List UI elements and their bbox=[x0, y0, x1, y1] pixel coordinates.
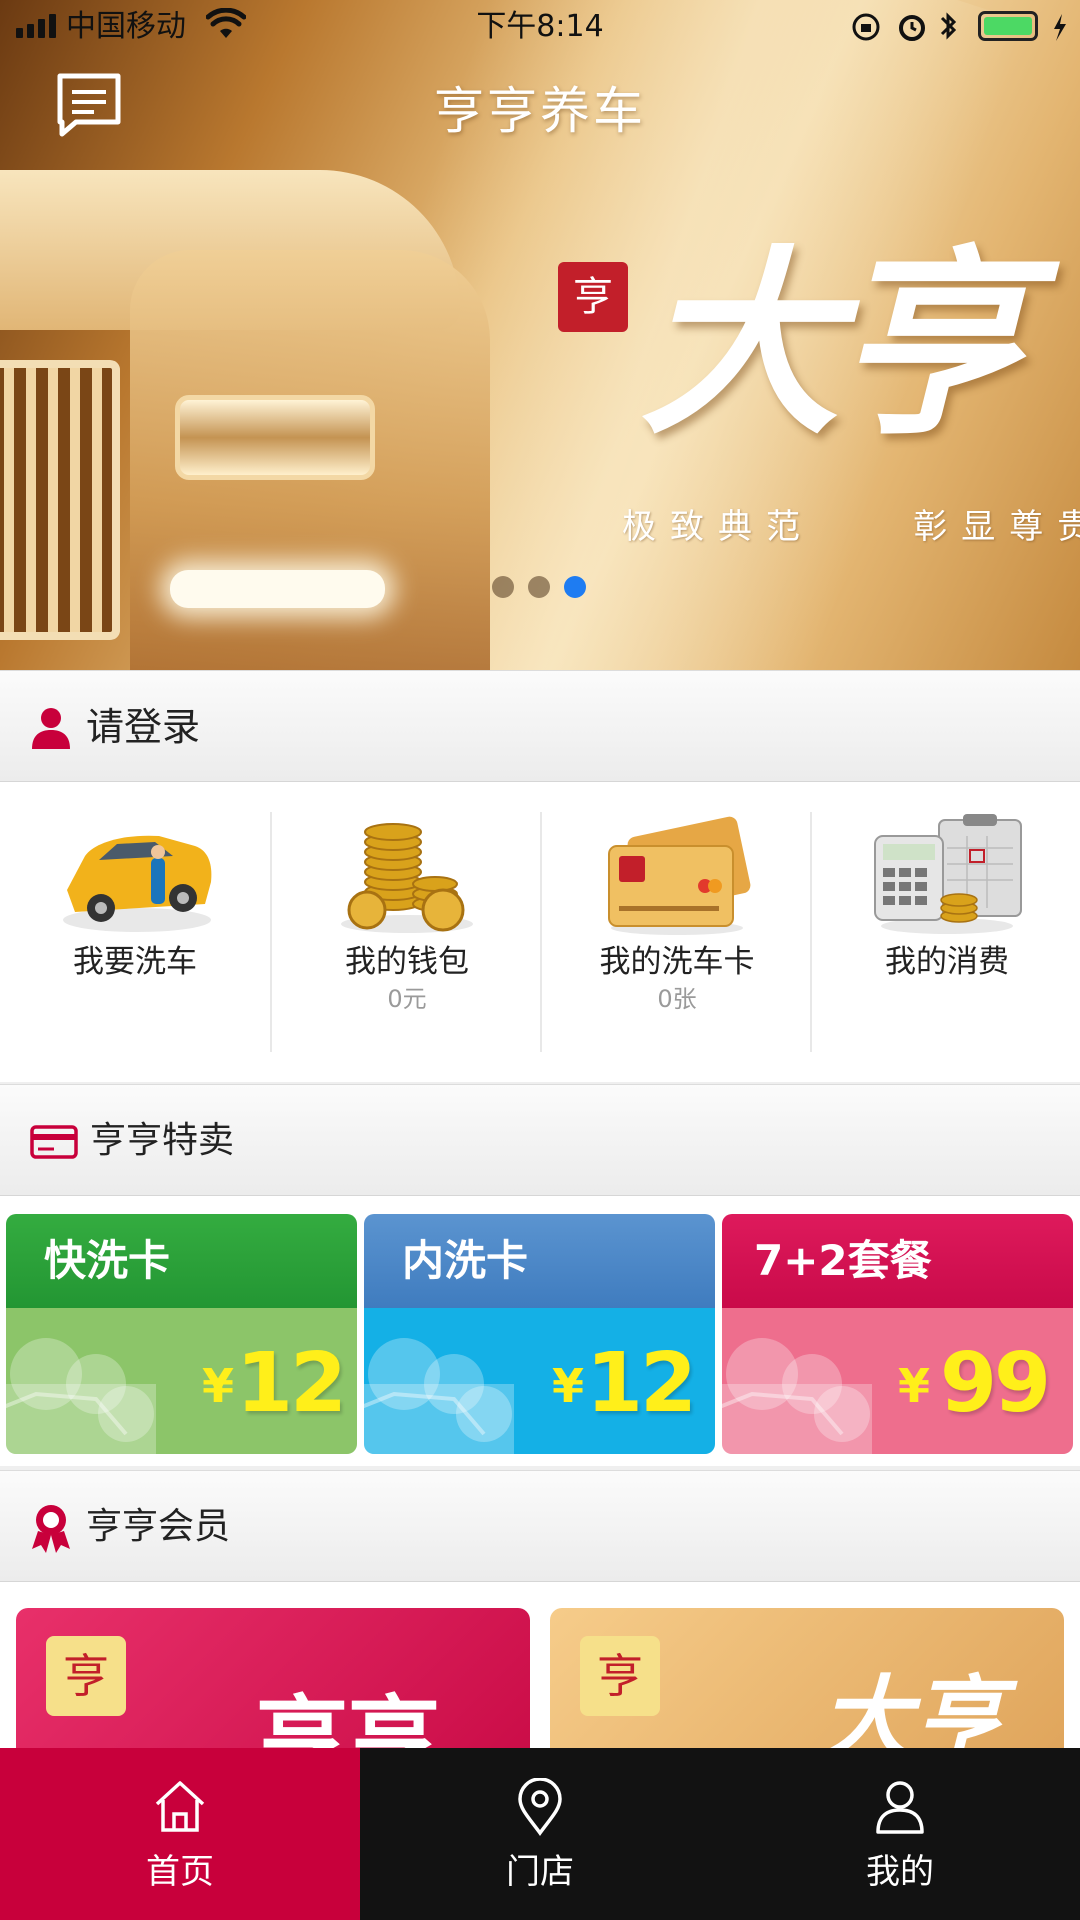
wash-card-action[interactable]: 我的洗车卡 0张 bbox=[540, 812, 810, 1052]
banner-logo: 亨 bbox=[558, 262, 628, 332]
promo-price: 12 bbox=[586, 1336, 697, 1431]
member-card-text: 亨亨 bbox=[256, 1685, 441, 1750]
special-offers-header: 亨亨特卖 bbox=[0, 1084, 1080, 1196]
consumption-action[interactable]: 我的消费 bbox=[810, 812, 1080, 1052]
member-card-text: 大亨 bbox=[820, 1665, 1005, 1750]
action-label: 我要洗车 bbox=[73, 944, 197, 980]
wash-car-action[interactable]: 我要洗车 bbox=[0, 812, 270, 1052]
tab-label: 首页 bbox=[146, 1852, 214, 1892]
carrier-name: 中国移动 bbox=[66, 9, 186, 44]
promo-currency: ¥ bbox=[202, 1359, 235, 1413]
wallet-balance: 0元 bbox=[387, 985, 427, 1013]
member-title: 亨亨会员 bbox=[86, 1506, 231, 1547]
carousel-dot[interactable] bbox=[528, 576, 550, 598]
carousel-indicator[interactable] bbox=[492, 576, 586, 598]
battery-icon bbox=[978, 11, 1038, 41]
promo-card-quick-wash[interactable]: 快洗卡 ¥ 12 bbox=[6, 1214, 357, 1454]
bottom-tab-bar: 首页 门店 我的 bbox=[0, 1748, 1080, 1920]
banner-tagline: 极致典范 彰显尊贵 bbox=[622, 507, 1080, 547]
page-title: 亨亨养车 bbox=[434, 82, 646, 140]
location-pin-icon bbox=[518, 1778, 562, 1836]
promo-title: 快洗卡 bbox=[44, 1236, 171, 1285]
login-label[interactable]: 请登录 bbox=[86, 701, 200, 753]
wifi-icon bbox=[206, 8, 246, 38]
message-list-icon[interactable] bbox=[54, 70, 124, 140]
signal-icon bbox=[16, 14, 56, 38]
promo-cards: 快洗卡 ¥ 12 内洗卡 ¥ 12 7+2套餐 ¥ 99 bbox=[0, 1196, 1080, 1466]
promo-currency: ¥ bbox=[552, 1359, 585, 1413]
member-cards: 亨 亨亨 亨 大亨 bbox=[0, 1584, 1080, 1750]
wash-card-count: 0张 bbox=[657, 985, 697, 1013]
home-icon bbox=[155, 1781, 205, 1832]
member-card-daheng[interactable]: 亨 大亨 bbox=[550, 1608, 1064, 1750]
banner-headline: 大亨 bbox=[640, 227, 1030, 462]
member-card-hengheng[interactable]: 亨 亨亨 bbox=[16, 1608, 530, 1750]
promo-price: 99 bbox=[940, 1336, 1051, 1431]
cloud-car-decoration bbox=[364, 1338, 514, 1454]
car-daylight bbox=[170, 570, 385, 608]
action-label: 我的钱包 bbox=[345, 944, 469, 980]
tab-label: 门店 bbox=[506, 1852, 574, 1892]
cloud-car-decoration bbox=[722, 1338, 872, 1454]
status-bar: 中国移动 下午8:14 bbox=[0, 0, 1080, 54]
member-card-logo: 亨 bbox=[46, 1636, 126, 1716]
promo-card-interior-wash[interactable]: 内洗卡 ¥ 12 bbox=[364, 1214, 715, 1454]
car-grille bbox=[0, 360, 120, 640]
promo-title: 7+2套餐 bbox=[754, 1236, 932, 1285]
member-card-logo: 亨 bbox=[580, 1636, 660, 1716]
credit-card-icon bbox=[30, 1125, 78, 1159]
member-header: 亨亨会员 bbox=[0, 1470, 1080, 1582]
cloud-car-decoration bbox=[6, 1338, 156, 1454]
tab-stores[interactable]: 门店 bbox=[360, 1748, 720, 1920]
carousel-dot-active[interactable] bbox=[564, 576, 586, 598]
tab-mine[interactable]: 我的 bbox=[720, 1748, 1080, 1920]
status-time: 下午8:14 bbox=[476, 9, 604, 44]
tab-home[interactable]: 首页 bbox=[0, 1748, 360, 1920]
promo-title: 内洗卡 bbox=[402, 1236, 529, 1285]
person-icon bbox=[876, 1781, 924, 1834]
tab-label: 我的 bbox=[866, 1852, 934, 1892]
user-icon bbox=[32, 708, 70, 749]
battery-level bbox=[984, 17, 1032, 35]
quick-actions: 我要洗车 我的钱包 0元 我的洗车卡 0张 我的消费 bbox=[0, 782, 1080, 1082]
wallet-action[interactable]: 我的钱包 0元 bbox=[270, 812, 540, 1052]
promo-card-package[interactable]: 7+2套餐 ¥ 99 bbox=[722, 1214, 1073, 1454]
promo-price: 12 bbox=[236, 1336, 347, 1431]
login-bar[interactable]: 请登录 bbox=[0, 670, 1080, 782]
coins-icon bbox=[341, 823, 473, 933]
action-label: 我的洗车卡 bbox=[599, 944, 755, 980]
carousel-dot[interactable] bbox=[492, 576, 514, 598]
car-wash-icon bbox=[63, 835, 212, 932]
action-label: 我的消费 bbox=[885, 944, 1009, 980]
special-offers-title: 亨亨特卖 bbox=[90, 1120, 235, 1161]
car-headlight bbox=[175, 395, 375, 480]
promo-currency: ¥ bbox=[898, 1359, 931, 1413]
award-ribbon-icon bbox=[32, 1505, 70, 1553]
calculator-icon bbox=[874, 814, 1022, 934]
card-icon bbox=[608, 816, 751, 935]
